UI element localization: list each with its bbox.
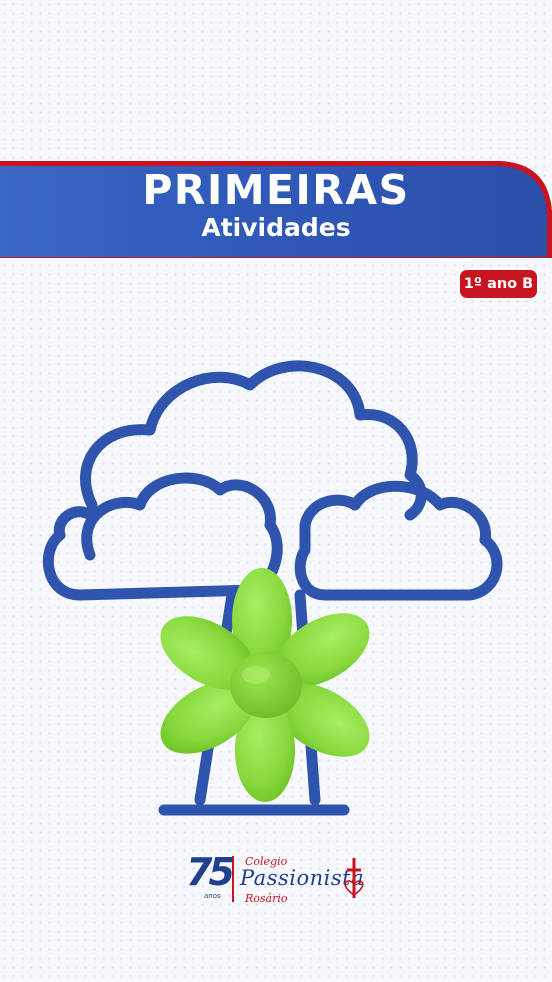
cross-heart-icon [344,858,364,898]
banner-subtitle: Atividades [201,213,351,242]
clay-flower-icon [160,568,370,802]
banner-title: PRIMEIRAS [142,166,410,214]
logo-anos: anos [204,892,221,900]
logo-bottom-text: Rosário [245,892,288,905]
logo-divider [232,856,234,902]
logo-number: 75 [186,850,235,894]
grade-badge: 1º ano B [460,270,537,298]
illustration [42,360,503,816]
school-logo: 75 anos Colegio Passionista Rosário [186,850,371,910]
